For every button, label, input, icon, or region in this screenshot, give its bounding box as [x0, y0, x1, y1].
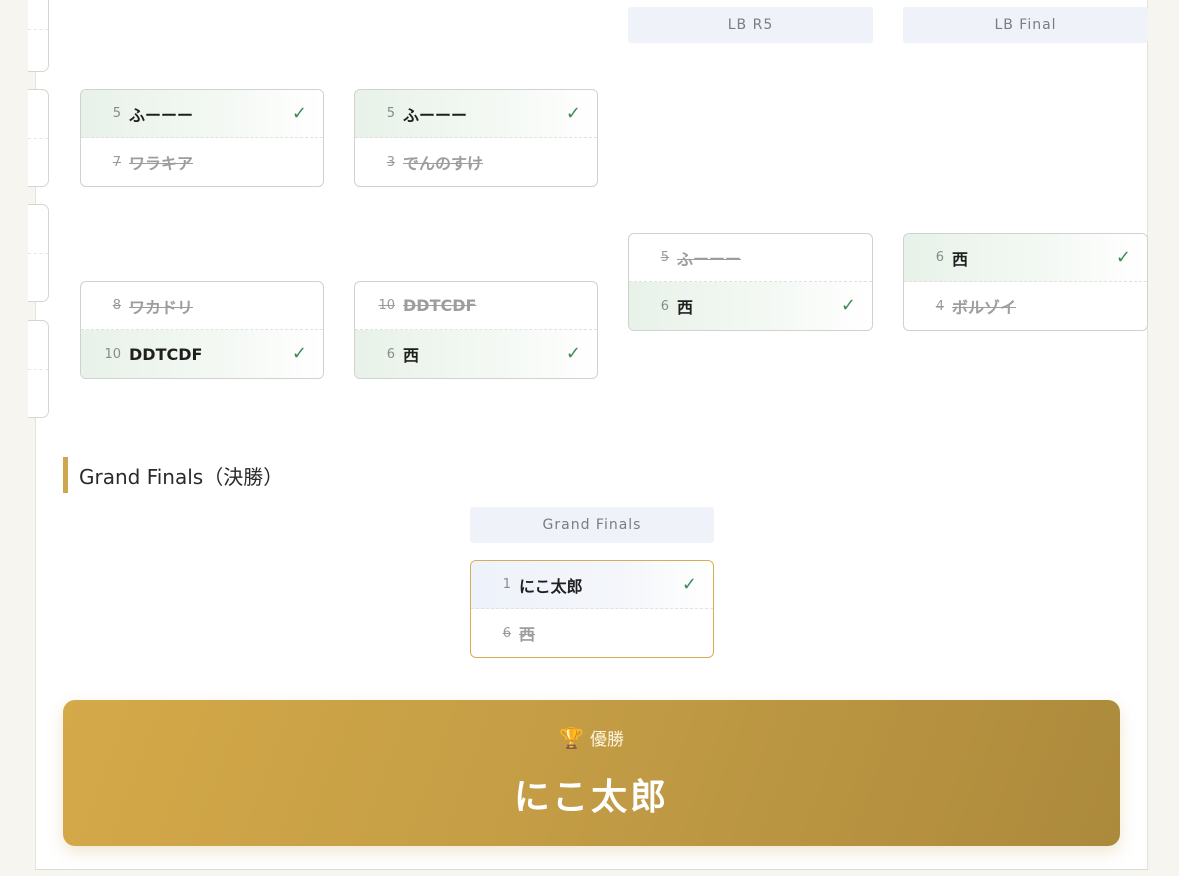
match-player-row: 8 ワカドリ	[81, 282, 323, 330]
match-card[interactable]: 5 ふーーー 6 西 ✓	[628, 233, 873, 331]
player-name: ワカドリ	[129, 297, 194, 317]
partial-match-card	[28, 320, 49, 418]
check-icon: ✓	[840, 295, 856, 316]
seed-number: 10	[104, 346, 121, 362]
player-name: DDTCDF	[403, 296, 477, 315]
seed-number: 5	[386, 106, 395, 121]
player-name: 西	[403, 346, 420, 365]
match-card[interactable]: 6 西 ✓ 4 ボルゾイ	[903, 233, 1148, 331]
seed-number: 3	[386, 154, 395, 170]
grand-finals-match-card[interactable]: 1 にこ太郎 ✓ 6 西	[470, 560, 714, 658]
round-header-lb-final: LB Final	[903, 7, 1148, 43]
check-icon: ✓	[565, 343, 581, 364]
match-card[interactable]: 5 ふーーー ✓ 3 でんのすけ	[354, 89, 598, 187]
seed-number: 10	[378, 298, 395, 313]
check-icon: ✓	[565, 103, 581, 124]
seed-number: 7	[112, 154, 121, 170]
player-name: DDTCDF	[129, 344, 203, 364]
match-player-row: 4 ボルゾイ	[904, 282, 1147, 330]
seed-number: 5	[660, 250, 669, 265]
seed-number: 8	[112, 298, 121, 313]
round-header-grand-finals: Grand Finals	[470, 507, 714, 543]
match-card[interactable]: 5 ふーーー ✓ 7 ワラキア	[80, 89, 324, 187]
player-name: ワラキア	[129, 154, 194, 173]
seed-number: 6	[502, 625, 511, 641]
check-icon: ✓	[681, 574, 697, 595]
match-player-row: 6 西 ✓	[355, 330, 597, 378]
match-player-row: 6 西 ✓	[629, 282, 872, 330]
section-title-grand-finals: Grand Finals（決勝）	[63, 457, 283, 493]
match-player-row: 5 ふーーー ✓	[355, 90, 597, 138]
match-player-row: 10 DDTCDF	[355, 282, 597, 330]
match-player-row: 10 DDTCDF ✓	[81, 330, 323, 378]
check-icon: ✓	[1115, 247, 1131, 268]
round-header-lb-r5: LB R5	[628, 7, 873, 43]
player-name: にこ太郎	[519, 576, 583, 596]
seed-number: 4	[935, 298, 944, 314]
match-player-row: 3 でんのすけ	[355, 138, 597, 186]
match-player-row: 6 西	[471, 609, 713, 657]
match-player-row: 5 ふーーー ✓	[81, 90, 323, 138]
player-name: ふーーー	[403, 105, 468, 125]
player-name: 西	[952, 249, 969, 269]
player-name: ボルゾイ	[952, 298, 1017, 317]
champion-label: 🏆 優勝	[63, 725, 1120, 751]
champion-label-text: 優勝	[589, 730, 624, 750]
seed-number: 6	[386, 346, 395, 362]
match-player-row: 7 ワラキア	[81, 138, 323, 186]
player-name: 西	[677, 298, 694, 317]
player-name: ふーーー	[129, 105, 194, 125]
match-card[interactable]: 8 ワカドリ 10 DDTCDF ✓	[80, 281, 324, 379]
seed-number: 5	[112, 106, 121, 121]
seed-number: 6	[935, 250, 944, 265]
champion-name: にこ太郎	[513, 777, 670, 818]
trophy-icon: 🏆	[559, 725, 584, 750]
partial-match-card	[28, 89, 49, 187]
check-icon: ✓	[291, 343, 307, 364]
match-player-row: 5 ふーーー	[629, 234, 872, 282]
player-name: 西	[519, 625, 536, 644]
champion-banner: 🏆 優勝 にこ太郎	[63, 700, 1120, 846]
player-name: ふーーー	[677, 249, 742, 269]
seed-number: 6	[660, 298, 669, 314]
match-player-row: 1 にこ太郎 ✓	[471, 561, 713, 609]
partial-match-card	[28, 204, 49, 302]
seed-number: 1	[502, 577, 511, 592]
match-player-row: 6 西 ✓	[904, 234, 1147, 282]
check-icon: ✓	[291, 103, 307, 124]
partial-match-card	[28, 0, 49, 72]
player-name: でんのすけ	[403, 154, 484, 173]
match-card[interactable]: 10 DDTCDF 6 西 ✓	[354, 281, 598, 379]
